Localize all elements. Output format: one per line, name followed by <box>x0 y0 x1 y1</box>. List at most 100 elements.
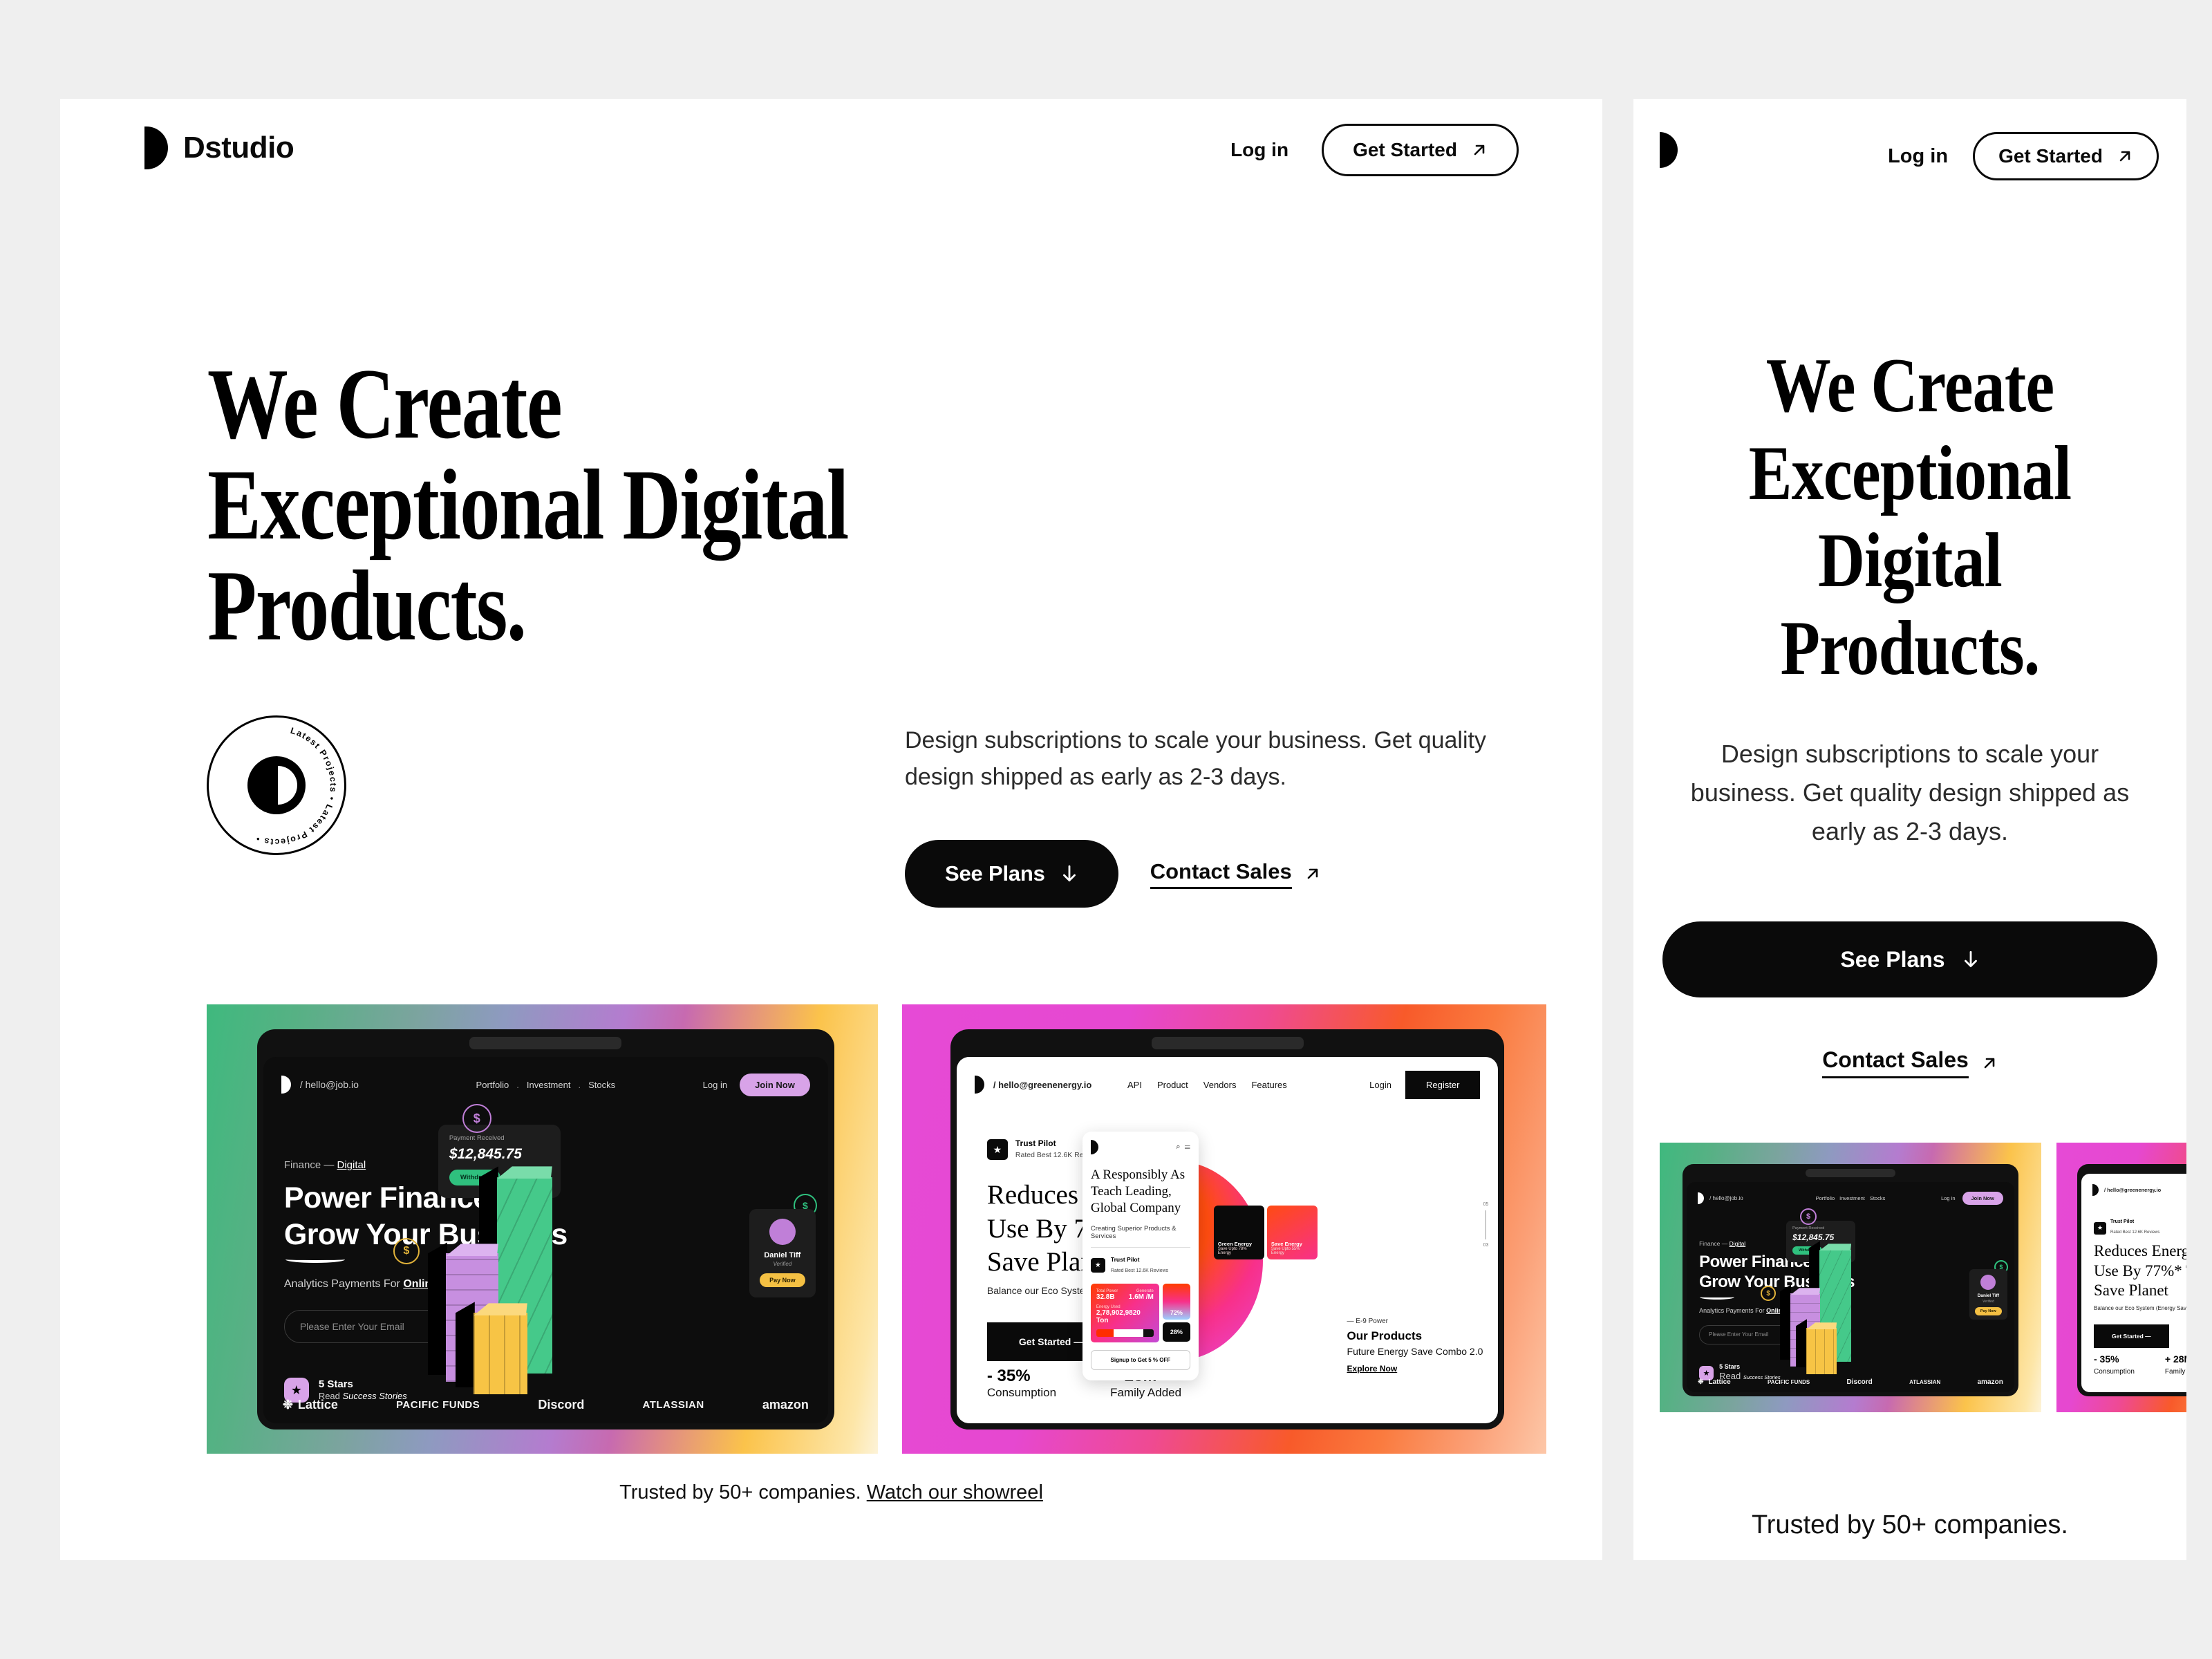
pay-now-button[interactable]: Pay Now <box>760 1273 805 1288</box>
mock-notch <box>1151 1037 1304 1050</box>
arrow-down-icon <box>1062 865 1076 882</box>
our-products-block: — E-9 Power Our Products Future Energy S… <box>1347 1318 1483 1374</box>
mock-get-started-button[interactable]: Get Started — <box>2094 1324 2169 1349</box>
logo-getaround: getaround <box>209 1554 359 1560</box>
bar-chart-3d <box>1777 1221 1919 1375</box>
mobile-see-plans-button[interactable]: See Plans <box>1662 921 2157 997</box>
phone-signup-button[interactable]: Signup to Get 5 % OFF <box>1090 1349 1190 1370</box>
mock-email: / hello@job.io <box>299 1079 359 1091</box>
hero-cta-row: See Plans Contact Sales <box>905 840 1321 908</box>
see-plans-button[interactable]: See Plans <box>905 840 1118 908</box>
logo-lattice: ❉Lattice <box>693 1554 822 1560</box>
logo-pacific-funds: PACIFIC FUNDS <box>1768 1378 1810 1385</box>
mock-screen: / hello@greenenergy.io API Product Vendo… <box>956 1057 1499 1423</box>
mobile-header: Log in Get Started <box>1633 99 2186 209</box>
nav-api[interactable]: API <box>1127 1080 1142 1090</box>
arrow-up-right-icon <box>1307 868 1318 879</box>
half-circle-logo-icon[interactable] <box>1660 132 1678 168</box>
mock-nav: / hello@job.io Portfolio. Investment. St… <box>281 1069 810 1100</box>
logo-pacific-funds: PACIFIC FUNDS <box>396 1398 480 1411</box>
user-name: Daniel Tiff <box>764 1251 801 1260</box>
nav-vendors[interactable]: Vendors <box>1203 1080 1237 1090</box>
nav-stocks[interactable]: Stocks <box>588 1080 615 1090</box>
mobile-title-line-4: Products. <box>1780 605 2041 691</box>
mock-register-button[interactable]: Register <box>1405 1070 1481 1099</box>
nav-portfolio[interactable]: Portfolio <box>476 1080 509 1090</box>
browser-mockup: / hello@greenenergy.io API Product Vendo… <box>950 1029 1505 1430</box>
brand-logo[interactable]: Dstudio <box>144 126 294 169</box>
mobile-project-card-power-finance[interactable]: / hello@job.io Portfolio Investment Stoc… <box>1660 1143 2041 1412</box>
mobile-project-card-green-energy[interactable]: / hello@greenenergy.io ★ Trust Pilot Rat… <box>2056 1143 2186 1412</box>
phone-trustpilot: ★ Trust Pilot Rated Best 12.6K Reviews <box>1090 1256 1190 1275</box>
login-link[interactable]: Log in <box>1230 139 1288 161</box>
partner-logos: getaround Upwork ❉Lattice zendesk D∕LL R… <box>209 1554 1454 1560</box>
rating-title: 5 Stars <box>318 1378 353 1390</box>
hero-title-line-2: Exceptional Digital <box>207 449 849 561</box>
phone-mockup: ⌕ ☰ A Responsibly As Teach Leading, Glob… <box>1082 1132 1199 1381</box>
browser-mockup: / hello@greenenergy.io ★ Trust Pilot Rat… <box>2077 1164 2186 1396</box>
nav-investment[interactable]: Investment <box>527 1080 571 1090</box>
get-started-label: Get Started <box>1353 139 1457 160</box>
header-nav: Log in Get Started <box>1230 124 1519 176</box>
page-root: Dstudio Log in Get Started We Create Exc… <box>0 0 2212 1659</box>
logo-atlassian: ATLASSIAN <box>1909 1378 1941 1385</box>
mobile-trusted-text: Trusted by 50+ companies. <box>1751 1510 2068 1539</box>
chart-axis: 05 03 <box>1483 1202 1489 1248</box>
mock-stats: - 35% Consumption + 28M Family Added <box>2094 1353 2186 1376</box>
star-icon: ★ <box>2094 1221 2106 1235</box>
project-card-power-finance[interactable]: / hello@job.io Portfolio. Investment. St… <box>207 1004 878 1454</box>
user-payment-card: Daniel Tiff Verified Pay Now <box>749 1209 816 1298</box>
search-icon[interactable]: ⌕ ☰ <box>1176 1143 1190 1152</box>
mock-login[interactable]: Login <box>1369 1080 1391 1090</box>
mock-notch <box>469 1037 622 1050</box>
half-moon-icon <box>247 756 306 814</box>
desktop-preview-panel: Dstudio Log in Get Started We Create Exc… <box>60 99 1602 1560</box>
watch-showreel-link[interactable]: Watch our showreel <box>867 1481 1043 1503</box>
star-icon: ★ <box>986 1139 1008 1161</box>
mock-email-input[interactable]: Please Enter Your Email <box>1699 1324 1790 1344</box>
mock-email-input[interactable]: Please Enter Your Email <box>283 1309 444 1343</box>
mock-join-button[interactable]: Join Now <box>740 1073 810 1096</box>
mock-screen: / hello@greenenergy.io ★ Trust Pilot Rat… <box>2081 1174 2186 1392</box>
logo-lattice: ❉Lattice <box>282 1397 338 1412</box>
mock-login[interactable]: Log in <box>703 1080 727 1090</box>
explore-now-link[interactable]: Explore Now <box>1347 1364 1398 1374</box>
half-circle-logo-icon <box>974 1076 984 1094</box>
yellow-coin-icon: $ <box>1761 1286 1777 1302</box>
mock-screen: / hello@job.io Portfolio Investment Stoc… <box>1687 1182 2014 1392</box>
logo-discord: Discord <box>1846 1378 1873 1386</box>
tile-green-energy: Green Energy Save Upto 78% Energy <box>1213 1206 1264 1260</box>
logo-amazon: amazon <box>762 1397 809 1412</box>
login-link[interactable]: Log in <box>1888 145 1948 168</box>
mobile-contact-sales-link[interactable]: Contact Sales <box>1633 1047 2186 1078</box>
stat-consumption: - 35% Consumption <box>986 1366 1057 1399</box>
brand-name: Dstudio <box>183 131 294 165</box>
contact-sales-link[interactable]: Contact Sales <box>1150 859 1321 889</box>
nav-features[interactable]: Features <box>1251 1080 1286 1090</box>
project-card-green-energy[interactable]: / hello@greenenergy.io API Product Vendo… <box>902 1004 1546 1454</box>
arrow-down-icon <box>1964 950 1977 968</box>
mobile-preview-panel: Log in Get Started We Create Exceptional… <box>1633 99 2186 1560</box>
pct-72: 72% <box>1162 1283 1190 1320</box>
get-started-button[interactable]: Get Started <box>1322 124 1519 176</box>
tile-save-energy: Save Energy Save Upto 55% Energy <box>1266 1206 1318 1260</box>
project-cards: / hello@job.io Portfolio. Investment. St… <box>207 1004 1546 1454</box>
get-started-button[interactable]: Get Started <box>1973 132 2159 180</box>
see-plans-label: See Plans <box>1840 946 1945 972</box>
mock-nav-links: Portfolio. Investment. Stocks <box>476 1079 616 1090</box>
phone-stats-panel: Total Power Generate 32.8B 1.6M /M Energ… <box>1090 1283 1190 1342</box>
mock-eyebrow: Finance — Digital <box>283 1159 366 1172</box>
page-title: We Create Exceptional Digital Products. <box>207 353 982 656</box>
mock-nav: / hello@greenenergy.io <box>2092 1181 2186 1199</box>
mock-nav: / hello@greenenergy.io API Product Vendo… <box>974 1069 1481 1100</box>
mock-notch <box>1805 1169 1895 1178</box>
mock-nav-actions: Login Register <box>1369 1070 1481 1099</box>
mobile-page-title: We Create Exceptional Digital Products. <box>1633 342 2186 692</box>
site-header: Dstudio Log in Get Started <box>60 99 1602 203</box>
nav-product[interactable]: Product <box>1157 1080 1188 1090</box>
mock-nav-links: API Product Vendors Features <box>1127 1080 1287 1090</box>
bar-yellow <box>1796 1319 1837 1375</box>
mobile-title-line-3: Digital <box>1818 518 2003 604</box>
hero-title-line-3: Products. <box>207 550 527 662</box>
contact-sales-label: Contact Sales <box>1822 1047 1969 1078</box>
